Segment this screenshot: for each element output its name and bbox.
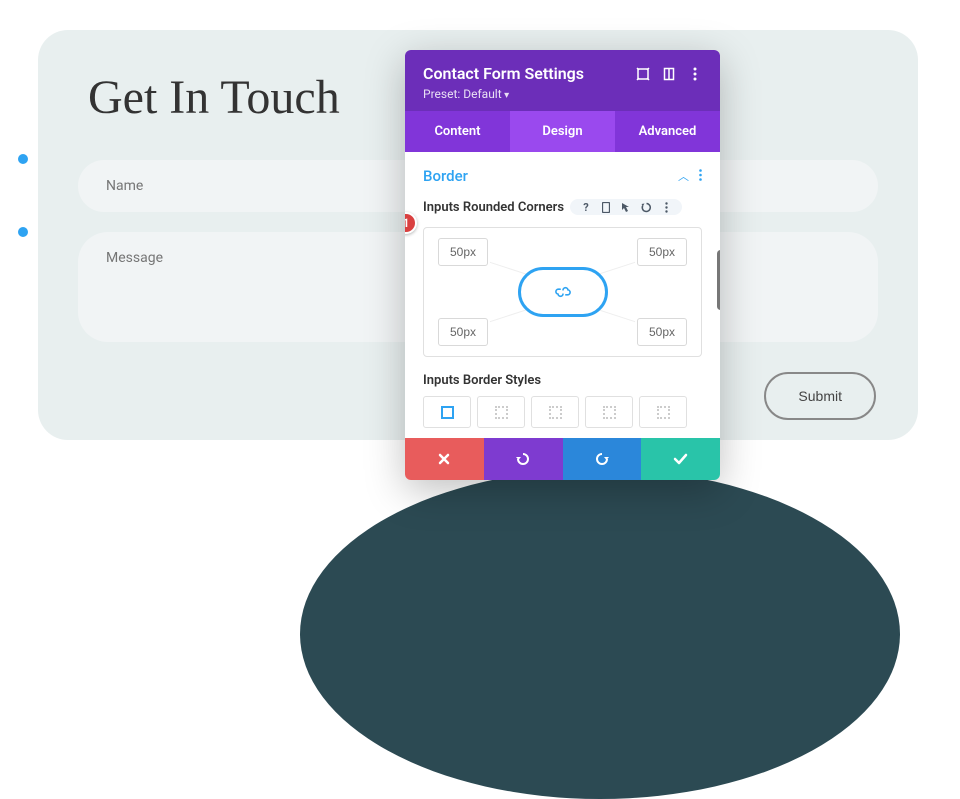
edit-marker-name[interactable] [16, 152, 30, 166]
panel-header: Contact Form Settings Preset: Default [405, 50, 720, 111]
border-styles-label: Inputs Border Styles [423, 373, 702, 388]
more-icon[interactable] [688, 67, 702, 81]
collapse-icon[interactable]: ︿ [678, 168, 689, 184]
submit-button[interactable]: Submit [764, 372, 876, 420]
connector [597, 262, 635, 275]
option-more-icon[interactable] [660, 201, 672, 213]
scrollbar[interactable] [717, 250, 720, 310]
panel-tabs: Content Design Advanced [405, 111, 720, 152]
hover-icon[interactable] [620, 201, 632, 213]
edit-marker-message[interactable] [16, 225, 30, 239]
help-icon[interactable]: ? [580, 201, 592, 213]
option-toolbar: ? [570, 199, 682, 215]
preset-selector[interactable]: Preset: Default [423, 87, 702, 101]
section-title: Border [423, 167, 468, 185]
corner-bottom-right[interactable] [637, 318, 687, 346]
panel-title: Contact Form Settings [423, 64, 584, 83]
redo-button[interactable] [563, 438, 642, 480]
save-button[interactable] [641, 438, 720, 480]
cancel-button[interactable] [405, 438, 484, 480]
reset-icon[interactable] [640, 201, 652, 213]
link-corners-toggle[interactable] [518, 267, 608, 317]
rounded-corners-box [423, 227, 702, 357]
settings-panel: Contact Form Settings Preset: Default Co… [405, 50, 720, 480]
drag-panel-icon[interactable] [662, 67, 676, 81]
border-styles [423, 396, 702, 428]
expand-icon[interactable] [636, 67, 650, 81]
border-style-5[interactable] [639, 396, 687, 428]
border-style-3[interactable] [531, 396, 579, 428]
corner-top-right[interactable] [637, 238, 687, 266]
connector [597, 309, 635, 322]
corner-bottom-left[interactable] [438, 318, 488, 346]
border-style-4[interactable] [585, 396, 633, 428]
panel-footer [405, 438, 720, 480]
tab-design[interactable]: Design [510, 111, 615, 152]
tab-content[interactable]: Content [405, 111, 510, 152]
connector [490, 309, 528, 322]
link-icon [555, 284, 571, 300]
border-style-solid[interactable] [423, 396, 471, 428]
corner-top-left[interactable] [438, 238, 488, 266]
tab-advanced[interactable]: Advanced [615, 111, 720, 152]
section-more-icon[interactable] [699, 166, 702, 185]
connector [490, 262, 528, 275]
phone-icon[interactable] [600, 201, 612, 213]
option-label: Inputs Rounded Corners [423, 200, 564, 215]
undo-button[interactable] [484, 438, 563, 480]
border-style-2[interactable] [477, 396, 525, 428]
